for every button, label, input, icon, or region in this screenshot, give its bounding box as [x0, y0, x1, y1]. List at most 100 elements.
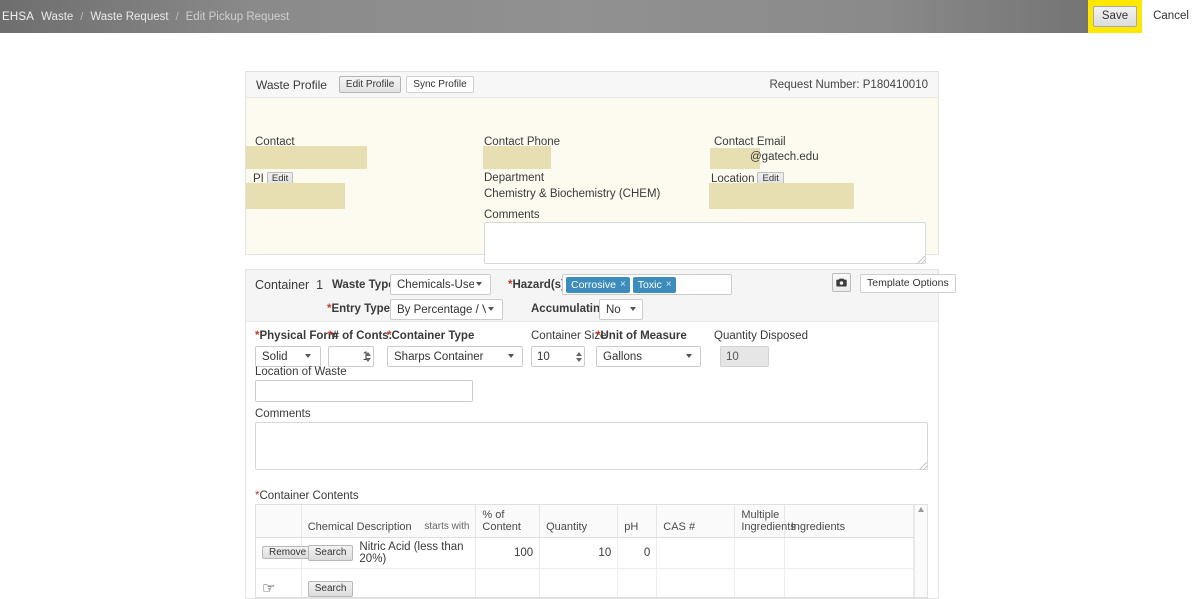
- breadcrumb-item-edit-pickup-request: Edit Pickup Request: [186, 11, 290, 23]
- close-icon[interactable]: ×: [666, 277, 672, 293]
- ph-cell[interactable]: 0: [618, 538, 657, 569]
- column-header-multiple-ingredients: Multiple Ingredients: [735, 505, 784, 538]
- cas-number-cell[interactable]: [657, 538, 735, 569]
- pi-value-redacted[interactable]: [246, 183, 345, 209]
- department-value: Chemistry & Biochemistry (CHEM): [484, 188, 660, 200]
- scroll-up-arrow-icon[interactable]: [918, 507, 924, 512]
- container-comments-label: Comments: [255, 408, 311, 420]
- multiple-ingredients-cell[interactable]: [735, 569, 784, 599]
- column-header-ph: pH: [618, 505, 657, 538]
- container-number: 1: [316, 278, 323, 292]
- multiple-ingredients-cell[interactable]: [735, 538, 784, 569]
- accumulating-select[interactable]: No: [599, 299, 643, 320]
- container-type-select[interactable]: Sharps Container: [387, 346, 523, 367]
- unit-of-measure-select[interactable]: Gallons: [596, 346, 701, 367]
- breadcrumb-item-waste[interactable]: Waste: [41, 11, 73, 23]
- container-panel: Container 1 Waste Type Chemicals-Used **…: [245, 269, 939, 599]
- accumulating-label: Accumulating: [531, 303, 607, 315]
- waste-profile-panel: Waste Profile Edit Profile Sync Profile …: [245, 71, 939, 255]
- chemical-description-cell: Search Nitric Acid (less than 20%): [301, 538, 476, 569]
- hazard-tag-label: Corrosive: [571, 277, 616, 293]
- template-options-button[interactable]: Template Options: [860, 274, 956, 293]
- breadcrumb-item-waste-request[interactable]: Waste Request: [90, 11, 168, 23]
- num-conts-input[interactable]: [328, 346, 374, 367]
- ingredients-cell[interactable]: [784, 569, 914, 599]
- cancel-button[interactable]: Cancel: [1142, 0, 1200, 33]
- container-header: Container 1 Waste Type Chemicals-Used **…: [246, 270, 938, 322]
- percent-of-content-cell[interactable]: 100: [476, 538, 540, 569]
- camera-button[interactable]: [832, 273, 851, 292]
- chemical-description-value: Nitric Acid (less than 20%): [359, 541, 469, 565]
- location-value-redacted[interactable]: [709, 183, 854, 209]
- container-comments-textarea[interactable]: [255, 422, 928, 470]
- close-icon[interactable]: ×: [620, 277, 626, 293]
- pointing-hand-cursor-icon: ☞: [262, 580, 275, 597]
- table-header-row: Chemical Description starts with % of Con…: [256, 505, 914, 538]
- brand-label[interactable]: EHSA: [2, 11, 34, 23]
- quantity-disposed-input: [720, 346, 769, 367]
- container-size-input[interactable]: [531, 346, 585, 367]
- entry-type-select[interactable]: By Percentage / Volume: [390, 299, 503, 320]
- location-of-waste-label: Location of Waste: [255, 366, 347, 378]
- unit-of-measure-label: *Unit of Measure: [596, 330, 687, 342]
- department-label: Department: [484, 172, 544, 184]
- quantity-cell[interactable]: [540, 569, 618, 599]
- waste-profile-body: Contact Contact Phone Contact Email @gat…: [246, 98, 938, 255]
- chemical-description-cell: Search: [301, 569, 476, 599]
- chemical-description-hint: starts with: [424, 521, 469, 532]
- breadcrumb: EHSA Waste / Waste Request / Edit Pickup…: [0, 0, 289, 33]
- request-number: Request Number: P180410010: [769, 79, 928, 91]
- request-number-value: P180410010: [863, 79, 928, 91]
- top-navigation-bar: EHSA Waste / Waste Request / Edit Pickup…: [0, 0, 1200, 33]
- physical-form-select[interactable]: Solid: [255, 346, 321, 367]
- table-row[interactable]: ☞ Search: [256, 569, 914, 599]
- hazard-tag-label: Toxic: [638, 277, 662, 293]
- contact-email-label: Contact Email: [714, 136, 786, 148]
- hazards-tag-field[interactable]: Corrosive× Toxic×: [562, 274, 732, 295]
- save-button[interactable]: Save: [1093, 6, 1137, 27]
- container-type-label: *Container Type: [387, 330, 474, 342]
- quantity-cell[interactable]: 10: [540, 538, 618, 569]
- row-cursor-cell: ☞: [256, 569, 301, 599]
- sync-profile-button[interactable]: Sync Profile: [406, 76, 473, 93]
- table-vertical-scrollbar[interactable]: [914, 505, 927, 597]
- waste-profile-title: Waste Profile: [256, 78, 327, 92]
- profile-comments-textarea[interactable]: [484, 222, 926, 264]
- container-contents-table-wrapper: Chemical Description starts with % of Con…: [255, 504, 928, 598]
- num-conts-label: *# of Conts.: [328, 330, 392, 342]
- search-button[interactable]: Search: [308, 581, 354, 597]
- remove-button[interactable]: Remove: [262, 546, 313, 559]
- row-actions-cell: Remove: [256, 538, 301, 569]
- camera-icon: [836, 278, 847, 287]
- contact-email-domain: @gatech.edu: [750, 151, 819, 163]
- container-title: Container 1: [255, 278, 323, 292]
- column-header-chemical-description: Chemical Description starts with: [301, 505, 476, 538]
- waste-profile-header: Waste Profile Edit Profile Sync Profile …: [246, 72, 938, 98]
- save-button-highlight: Save: [1088, 0, 1142, 33]
- container-contents-table: Chemical Description starts with % of Con…: [256, 505, 914, 598]
- search-button[interactable]: Search: [308, 545, 354, 561]
- column-header-quantity: Quantity: [540, 505, 618, 538]
- topbar-actions: Save Cancel: [1088, 0, 1200, 33]
- hazard-tag-corrosive[interactable]: Corrosive×: [566, 277, 630, 293]
- location-of-waste-input[interactable]: [255, 380, 473, 402]
- request-number-label: Request Number:: [769, 79, 859, 91]
- container-title-text: Container: [255, 278, 309, 292]
- column-header-ingredients: Ingredients: [784, 505, 914, 538]
- physical-form-label: *Physical Form: [255, 330, 338, 342]
- column-header-chemical-description-text: Chemical Description: [308, 521, 412, 533]
- cas-number-cell[interactable]: [657, 569, 735, 599]
- percent-of-content-cell[interactable]: [476, 569, 540, 599]
- waste-type-select[interactable]: Chemicals-Used: [390, 274, 491, 295]
- contact-phone-value-redacted[interactable]: [483, 146, 551, 169]
- waste-type-label: Waste Type: [332, 279, 395, 291]
- ingredients-cell[interactable]: [784, 538, 914, 569]
- column-header-percent-of-content: % of Content: [476, 505, 540, 538]
- hazard-tag-toxic[interactable]: Toxic×: [633, 277, 676, 293]
- breadcrumb-separator: /: [176, 11, 179, 23]
- contact-value-redacted[interactable]: [246, 146, 367, 169]
- ph-cell[interactable]: [618, 569, 657, 599]
- table-row[interactable]: Remove Search Nitric Acid (less than 20%…: [256, 538, 914, 569]
- breadcrumb-separator: /: [80, 11, 83, 23]
- edit-profile-button[interactable]: Edit Profile: [339, 76, 401, 93]
